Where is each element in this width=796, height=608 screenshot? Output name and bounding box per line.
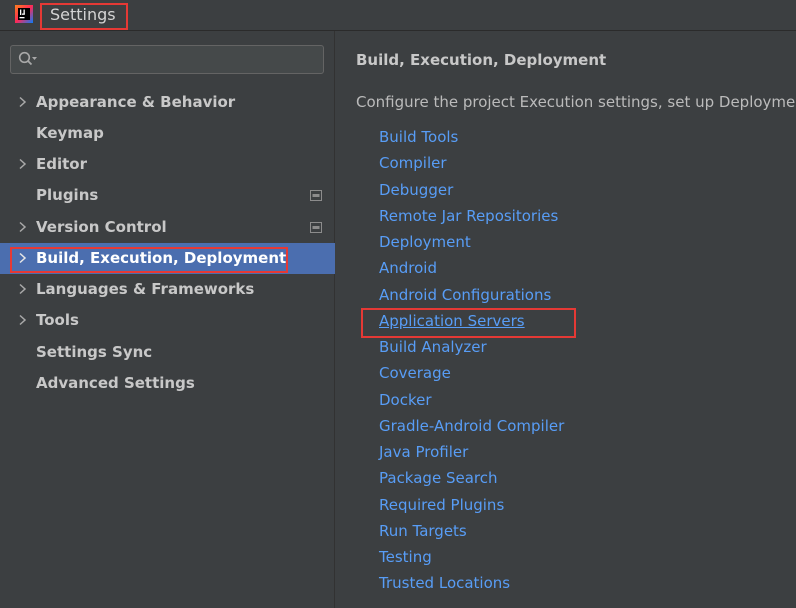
subsection-link-list: Build Tools Compiler Debugger Remote Jar…: [379, 127, 564, 600]
list-item: Testing: [379, 547, 564, 573]
sidebar-item-advanced-settings[interactable]: Advanced Settings: [0, 368, 335, 399]
chevron-right-icon[interactable]: [17, 96, 29, 108]
project-scope-icon: [310, 222, 322, 233]
sidebar-item-label: Version Control: [36, 218, 167, 236]
link-docker[interactable]: Docker: [379, 391, 432, 409]
chevron-right-icon[interactable]: [17, 158, 29, 170]
search-input[interactable]: [43, 49, 317, 71]
list-item: Build Analyzer: [379, 337, 564, 363]
link-build-tools[interactable]: Build Tools: [379, 128, 458, 146]
sidebar-item-label: Plugins: [36, 186, 99, 204]
list-item: Android Configurations: [379, 285, 564, 311]
list-item: Required Plugins: [379, 495, 564, 521]
sidebar-item-plugins[interactable]: Plugins: [0, 180, 335, 211]
title-bar: Settings: [0, 0, 796, 31]
link-required-plugins[interactable]: Required Plugins: [379, 496, 504, 514]
chevron-right-icon[interactable]: [17, 314, 29, 326]
link-testing[interactable]: Testing: [379, 548, 432, 566]
list-item: Deployment: [379, 232, 564, 258]
link-compiler[interactable]: Compiler: [379, 154, 447, 172]
search-icon[interactable]: [18, 51, 38, 67]
list-item: Trusted Locations: [379, 573, 564, 599]
link-android-configurations[interactable]: Android Configurations: [379, 286, 551, 304]
list-item: Docker: [379, 390, 564, 416]
list-item: Gradle-Android Compiler: [379, 416, 564, 442]
sidebar-item-label: Editor: [36, 155, 87, 173]
chevron-right-icon[interactable]: [17, 221, 29, 233]
list-item: Compiler: [379, 153, 564, 179]
page-title: Build, Execution, Deployment: [356, 51, 607, 69]
chevron-right-icon[interactable]: [17, 252, 29, 264]
list-item: Android: [379, 258, 564, 284]
link-debugger[interactable]: Debugger: [379, 181, 453, 199]
sidebar-item-appearance-behavior[interactable]: Appearance & Behavior: [0, 87, 335, 118]
search-field[interactable]: [10, 45, 324, 74]
sidebar-item-languages-frameworks[interactable]: Languages & Frameworks: [0, 274, 335, 305]
link-java-profiler[interactable]: Java Profiler: [379, 443, 468, 461]
window-title: Settings: [50, 5, 116, 24]
link-deployment[interactable]: Deployment: [379, 233, 471, 251]
settings-sidebar: Appearance & Behavior Keymap Editor Plug…: [0, 31, 335, 608]
link-coverage[interactable]: Coverage: [379, 364, 451, 382]
sidebar-item-build-execution-deployment[interactable]: Build, Execution, Deployment: [0, 243, 335, 274]
list-item: Build Tools: [379, 127, 564, 153]
sidebar-item-label: Languages & Frameworks: [36, 280, 255, 298]
link-run-targets[interactable]: Run Targets: [379, 522, 467, 540]
sidebar-item-settings-sync[interactable]: Settings Sync: [0, 337, 335, 368]
list-item: Debugger: [379, 180, 564, 206]
chevron-right-icon[interactable]: [17, 283, 29, 295]
project-scope-icon: [310, 190, 322, 201]
sidebar-item-label: Tools: [36, 311, 79, 329]
sidebar-item-tools[interactable]: Tools: [0, 305, 335, 336]
link-application-servers[interactable]: Application Servers: [379, 312, 525, 330]
link-gradle-android-compiler[interactable]: Gradle-Android Compiler: [379, 417, 564, 435]
sidebar-item-label: Build, Execution, Deployment: [36, 249, 287, 267]
list-item: Remote Jar Repositories: [379, 206, 564, 232]
link-android[interactable]: Android: [379, 259, 437, 277]
sidebar-item-label: Advanced Settings: [36, 374, 195, 392]
link-trusted-locations[interactable]: Trusted Locations: [379, 574, 510, 592]
link-remote-jar-repositories[interactable]: Remote Jar Repositories: [379, 207, 558, 225]
link-package-search[interactable]: Package Search: [379, 469, 497, 487]
sidebar-item-editor[interactable]: Editor: [0, 149, 335, 180]
list-item: Application Servers: [379, 311, 564, 337]
list-item: Package Search: [379, 468, 564, 494]
sidebar-item-keymap[interactable]: Keymap: [0, 118, 335, 149]
sidebar-item-label: Keymap: [36, 124, 104, 142]
sidebar-item-version-control[interactable]: Version Control: [0, 212, 335, 243]
settings-content-panel: Build, Execution, Deployment Configure t…: [336, 31, 796, 608]
page-description: Configure the project Execution settings…: [356, 93, 796, 111]
list-item: Run Targets: [379, 521, 564, 547]
link-build-analyzer[interactable]: Build Analyzer: [379, 338, 487, 356]
intellij-idea-icon: [15, 5, 33, 23]
list-item: Coverage: [379, 363, 564, 389]
sidebar-item-label: Settings Sync: [36, 343, 153, 361]
sidebar-item-label: Appearance & Behavior: [36, 93, 236, 111]
list-item: Java Profiler: [379, 442, 564, 468]
